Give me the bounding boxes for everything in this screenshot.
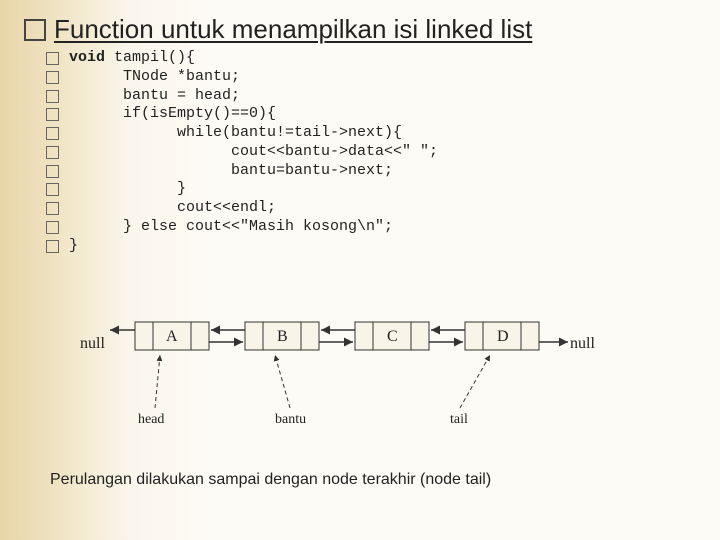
- code-text: TNode *bantu;: [69, 68, 240, 87]
- code-line: if(isEmpty()==0){: [46, 105, 696, 124]
- code-bullet-square: [46, 71, 59, 84]
- code-line: }: [46, 180, 696, 199]
- code-text: if(isEmpty()==0){: [69, 105, 276, 124]
- tail-label: tail: [450, 412, 468, 427]
- code-bullet-square: [46, 90, 59, 103]
- head-label: head: [138, 412, 164, 427]
- code-text: }: [69, 237, 78, 256]
- code-bullet-square: [46, 146, 59, 159]
- node-d: D: [465, 322, 539, 350]
- code-text: cout<<bantu->data<<" ";: [69, 143, 438, 162]
- code-text: bantu=bantu->next;: [69, 162, 393, 181]
- code-bullet-square: [46, 52, 59, 65]
- null-left-label: null: [80, 335, 105, 352]
- code-line: } else cout<<"Masih kosong\n";: [46, 218, 696, 237]
- node-a: A: [135, 322, 209, 350]
- code-text: cout<<endl;: [69, 199, 276, 218]
- node-b: B: [245, 322, 319, 350]
- code-bullet-square: [46, 165, 59, 178]
- code-line: TNode *bantu;: [46, 68, 696, 87]
- linked-list-diagram: null A B C D null: [80, 300, 660, 510]
- code-line: cout<<bantu->data<<" ";: [46, 143, 696, 162]
- node-d-label: D: [497, 328, 509, 345]
- code-line: while(bantu!=tail->next){: [46, 124, 696, 143]
- code-line: bantu=bantu->next;: [46, 162, 696, 181]
- code-line: }: [46, 237, 696, 256]
- node-c: C: [355, 322, 429, 350]
- code-line: bantu = head;: [46, 87, 696, 106]
- code-text: void tampil(){: [69, 49, 195, 68]
- code-bullet-square: [46, 127, 59, 140]
- code-bullet-square: [46, 183, 59, 196]
- title-bullet-square: [24, 19, 46, 41]
- null-right-label: null: [570, 335, 595, 352]
- node-c-label: C: [387, 328, 398, 345]
- code-bullet-square: [46, 240, 59, 253]
- code-bullet-square: [46, 202, 59, 215]
- code-line: cout<<endl;: [46, 199, 696, 218]
- node-b-label: B: [277, 328, 288, 345]
- code-text: }: [69, 180, 186, 199]
- bantu-label: bantu: [275, 412, 306, 427]
- code-text: while(bantu!=tail->next){: [69, 124, 402, 143]
- node-a-label: A: [166, 328, 178, 345]
- slide-title: Function untuk menampilkan isi linked li…: [54, 14, 532, 45]
- diagram-caption: Perulangan dilakukan sampai dengan node …: [50, 471, 660, 489]
- code-block: void tampil(){ TNode *bantu; bantu = hea…: [46, 49, 696, 255]
- code-line: void tampil(){: [46, 49, 696, 68]
- code-bullet-square: [46, 221, 59, 234]
- code-text: bantu = head;: [69, 87, 240, 106]
- slide-title-row: Function untuk menampilkan isi linked li…: [24, 14, 696, 45]
- code-text: } else cout<<"Masih kosong\n";: [69, 218, 393, 237]
- code-bullet-square: [46, 108, 59, 121]
